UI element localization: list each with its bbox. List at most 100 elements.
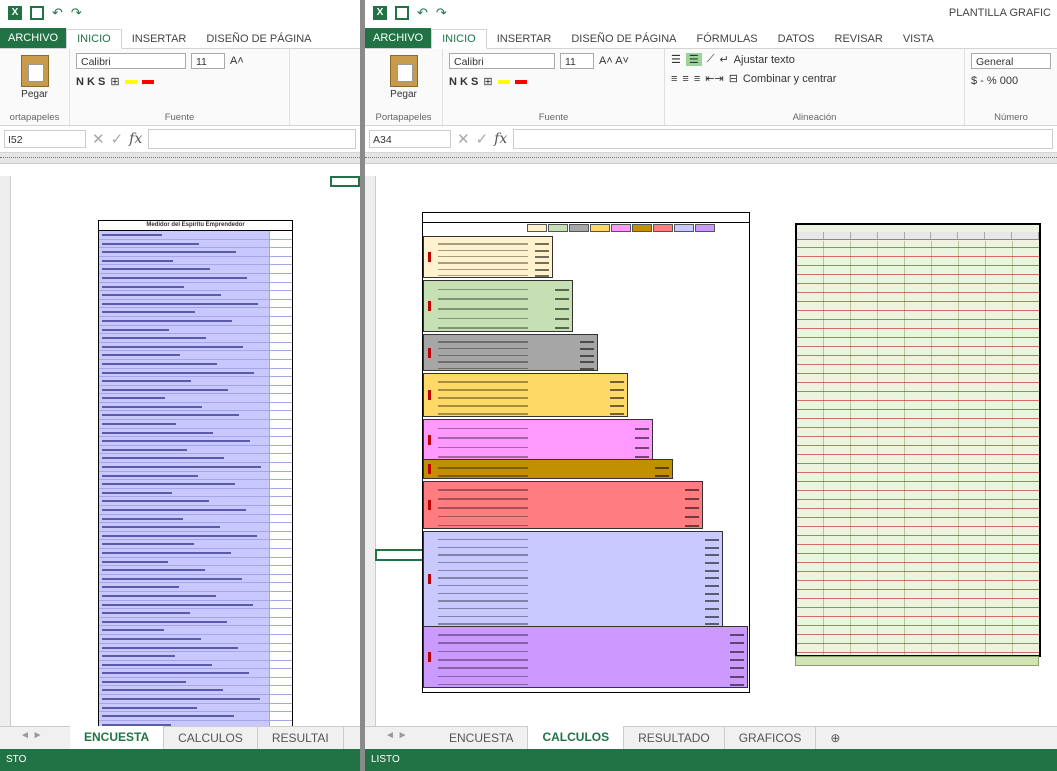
save-icon[interactable] <box>395 6 409 20</box>
survey-answer-cell[interactable] <box>269 256 292 265</box>
insert-function-icon[interactable]: fx <box>129 131 142 147</box>
paste-icon[interactable] <box>20 55 49 87</box>
survey-answer-cell[interactable] <box>269 514 292 523</box>
name-box[interactable]: A34 <box>369 130 451 148</box>
sheet-tab-resultado[interactable]: RESULTAI <box>258 727 344 751</box>
survey-answer-cell[interactable] <box>269 316 292 325</box>
survey-answer-cell[interactable] <box>269 669 292 677</box>
survey-answer-cell[interactable] <box>269 308 292 316</box>
survey-answer-cell[interactable] <box>269 540 292 548</box>
survey-answer-cell[interactable] <box>269 342 292 351</box>
number-format-select[interactable]: General <box>971 53 1051 69</box>
tab-inicio[interactable]: INICIO <box>66 29 122 49</box>
survey-answer-cell[interactable] <box>269 377 292 385</box>
survey-answer-cell[interactable] <box>269 248 292 256</box>
worksheet-calculos[interactable] <box>365 176 1057 727</box>
survey-answer-cell[interactable] <box>269 523 292 531</box>
tab-revisar[interactable]: REVISAR <box>825 30 893 48</box>
tab-archivo[interactable]: ARCHIVO <box>365 28 432 48</box>
font-size-select[interactable]: 11 <box>191 53 225 69</box>
tab-datos[interactable]: DATOS <box>768 30 825 48</box>
survey-answer-cell[interactable] <box>269 497 292 505</box>
survey-answer-cell[interactable] <box>269 617 292 626</box>
survey-answer-cell[interactable] <box>269 334 292 342</box>
tab-diseno-pagina[interactable]: DISEÑO DE PÁGINA <box>196 30 321 48</box>
survey-answer-cell[interactable] <box>269 566 292 574</box>
survey-answer-cell[interactable] <box>269 299 292 308</box>
tab-formulas[interactable]: FÓRMULAS <box>687 30 768 48</box>
survey-answer-cell[interactable] <box>269 265 292 273</box>
survey-answer-cell[interactable] <box>269 626 292 634</box>
sheet-nav-icon[interactable]: ◄ ► <box>365 727 435 741</box>
survey-answer-cell[interactable] <box>269 600 292 609</box>
sheet-tab-graficos[interactable]: GRAFICOS <box>725 727 817 751</box>
survey-answer-cell[interactable] <box>269 445 292 454</box>
font-color-icon[interactable] <box>141 79 154 84</box>
survey-answer-cell[interactable] <box>269 428 292 437</box>
insert-function-icon[interactable]: fx <box>494 131 507 147</box>
survey-answer-cell[interactable] <box>269 652 292 660</box>
paste-button[interactable]: Pegar <box>371 89 436 100</box>
font-size-select[interactable]: 11 <box>560 53 594 69</box>
merge-center-icon[interactable]: ⊟ <box>729 72 738 85</box>
sheet-nav-icon[interactable]: ◄ ► <box>0 727 70 741</box>
bold-italic-underline-buttons[interactable]: N K S <box>449 76 478 88</box>
survey-answer-cell[interactable] <box>269 548 292 557</box>
worksheet-encuesta[interactable]: Medidor del Espíritu Emprendedor <box>0 176 360 727</box>
wrap-text-button[interactable]: Ajustar texto <box>734 54 795 66</box>
survey-answer-cell[interactable] <box>269 471 292 480</box>
survey-answer-cell[interactable] <box>269 480 292 488</box>
bold-italic-underline-buttons[interactable]: N K S <box>76 76 105 88</box>
survey-answer-cell[interactable] <box>269 394 292 402</box>
save-icon[interactable] <box>30 6 44 20</box>
tab-inicio[interactable]: INICIO <box>431 29 487 49</box>
indent-icon[interactable]: ⇤⇥ <box>705 72 723 85</box>
tab-insertar[interactable]: INSERTAR <box>122 30 197 48</box>
cancel-icon[interactable]: ✕ <box>457 130 470 148</box>
survey-answer-cell[interactable] <box>269 385 292 394</box>
grow-font-icon[interactable]: A˄ A˅ <box>599 55 629 67</box>
name-box[interactable]: I52 <box>4 130 86 148</box>
survey-answer-cell[interactable] <box>269 402 292 411</box>
merge-center-button[interactable]: Combinar y centrar <box>743 73 837 85</box>
tab-diseno-pagina[interactable]: DISEÑO DE PÁGINA <box>561 30 686 48</box>
align-left-icon[interactable]: ≡ <box>671 73 677 85</box>
align-right-icon[interactable]: ≡ <box>694 73 700 85</box>
font-color-icon[interactable] <box>514 79 527 84</box>
survey-answer-cell[interactable] <box>269 488 292 497</box>
tab-vista[interactable]: VISTA <box>893 30 944 48</box>
undo-icon[interactable]: ↶ <box>417 5 428 21</box>
formula-input[interactable] <box>513 129 1053 149</box>
survey-answer-cell[interactable] <box>269 463 292 471</box>
align-center-icon[interactable]: ≡ <box>682 73 688 85</box>
survey-answer-cell[interactable] <box>269 239 292 248</box>
survey-answer-cell[interactable] <box>269 609 292 617</box>
survey-answer-cell[interactable] <box>269 695 292 703</box>
survey-answer-cell[interactable] <box>269 231 292 239</box>
paste-icon[interactable] <box>389 55 418 87</box>
survey-answer-cell[interactable] <box>269 325 292 334</box>
survey-answer-cell[interactable] <box>269 634 292 643</box>
currency-buttons[interactable]: $ - % 000 <box>971 75 1018 87</box>
survey-answer-cell[interactable] <box>269 291 292 299</box>
paste-button[interactable]: Pegar <box>6 89 63 100</box>
survey-answer-cell[interactable] <box>269 703 292 712</box>
wrap-text-icon[interactable]: ↵ <box>719 53 728 66</box>
cancel-icon[interactable]: ✕ <box>92 130 105 148</box>
survey-answer-cell[interactable] <box>269 591 292 600</box>
redo-icon[interactable]: ↷ <box>71 5 82 21</box>
borders-icon[interactable]: ⊞ <box>110 75 119 88</box>
survey-answer-cell[interactable] <box>269 557 292 566</box>
selected-cell[interactable] <box>330 176 360 187</box>
survey-answer-cell[interactable] <box>269 574 292 583</box>
survey-answer-cell[interactable] <box>269 420 292 428</box>
survey-answer-cell[interactable] <box>269 712 292 720</box>
tab-insertar[interactable]: INSERTAR <box>487 30 562 48</box>
survey-answer-cell[interactable] <box>269 643 292 652</box>
sheet-tab-resultado[interactable]: RESULTADO <box>624 727 725 751</box>
survey-answer-cell[interactable] <box>269 282 292 291</box>
align-top-icon[interactable]: ☰ <box>671 53 681 66</box>
survey-answer-cell[interactable] <box>269 273 292 282</box>
undo-icon[interactable]: ↶ <box>52 5 63 21</box>
survey-answer-cell[interactable] <box>269 677 292 686</box>
